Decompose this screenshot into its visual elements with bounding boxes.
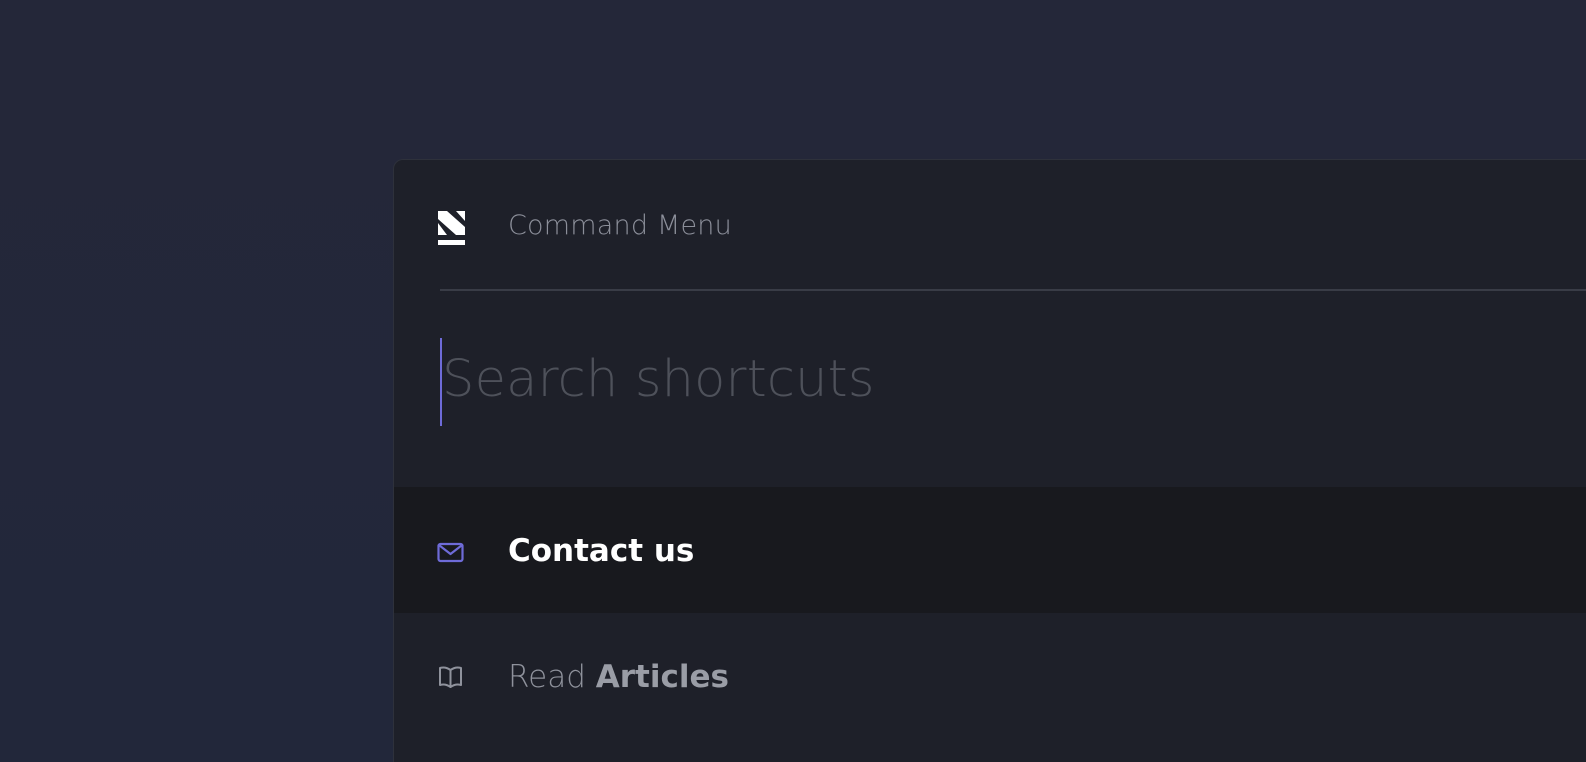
command-item-label: Contact us <box>508 533 695 569</box>
brand-logo-icon <box>438 211 465 245</box>
app-background: Command Menu Contact us Rea <box>0 0 1586 762</box>
command-menu-panel: Command Menu Contact us Rea <box>393 159 1586 762</box>
command-item-label: Read Articles <box>508 659 729 695</box>
mail-icon <box>437 542 464 564</box>
page-title: Command Menu <box>508 210 732 241</box>
book-icon <box>437 665 464 688</box>
label-prefix: Read <box>508 659 586 695</box>
label-bold: Articles <box>595 659 729 695</box>
search-field[interactable] <box>440 338 1540 426</box>
header-divider <box>440 289 1586 291</box>
command-menu-header: Command Menu <box>394 160 1586 288</box>
command-item-read-articles[interactable]: Read Articles <box>394 613 1586 739</box>
search-input[interactable] <box>442 344 1442 414</box>
command-item-contact-us[interactable]: Contact us <box>394 487 1586 613</box>
